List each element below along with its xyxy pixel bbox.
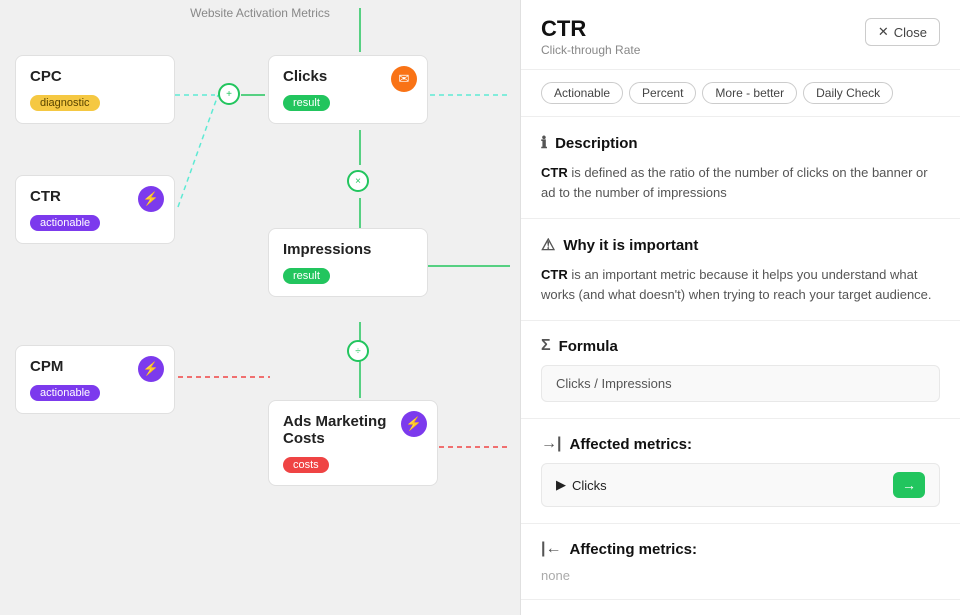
costs-icon: ⚡ <box>401 411 427 437</box>
formula-heading: Formula <box>559 338 618 355</box>
affected-heading: Affected metrics: <box>569 436 692 453</box>
node-x: × <box>347 170 369 192</box>
why-text: CTR is an important metric because it he… <box>541 265 940 304</box>
cpc-title: CPC <box>30 68 160 85</box>
tags-row: Actionable Percent More - better Daily C… <box>521 70 960 117</box>
why-prefix: CTR <box>541 267 568 282</box>
affected-item-label: ▶ Clicks <box>556 477 607 493</box>
tag-daily-check: Daily Check <box>803 82 893 104</box>
why-section: ⚠ Why it is important CTR is an importan… <box>521 219 960 321</box>
affecting-none: none <box>541 568 940 583</box>
cpm-badge: actionable <box>30 385 100 401</box>
close-label: Close <box>894 25 927 40</box>
cpm-icon: ⚡ <box>138 356 164 382</box>
cursor-icon: ▶ <box>556 477 566 493</box>
why-body: is an important metric because it helps … <box>541 267 932 302</box>
why-heading: Why it is important <box>563 237 698 254</box>
formula-box: Clicks / Impressions <box>541 365 940 402</box>
diagram-title: Website Activation Metrics <box>190 6 330 20</box>
cpc-badge: diagnostic <box>30 95 100 111</box>
description-text: CTR is defined as the ratio of the numbe… <box>541 163 940 202</box>
warning-icon: ⚠ <box>541 235 555 255</box>
description-prefix: CTR <box>541 165 568 180</box>
close-x-icon: ✕ <box>878 24 889 40</box>
info-icon: ℹ <box>541 133 547 153</box>
card-impressions[interactable]: Impressions result <box>268 228 428 297</box>
clicks-badge: result <box>283 95 330 111</box>
close-button[interactable]: ✕ Close <box>865 18 940 46</box>
affected-section: →| Affected metrics: ▶ Clicks → <box>521 419 960 524</box>
clicks-icon: ✉ <box>391 66 417 92</box>
affecting-icon: |← <box>541 540 561 558</box>
card-cpm[interactable]: CPM ⚡ actionable <box>15 345 175 414</box>
affected-header: →| Affected metrics: <box>541 435 940 453</box>
ctr-icon: ⚡ <box>138 186 164 212</box>
costs-badge: costs <box>283 457 329 473</box>
impressions-title: Impressions <box>283 241 413 258</box>
panel-header: CTR Click-through Rate ✕ Close <box>521 0 960 70</box>
sigma-icon: Σ <box>541 337 551 355</box>
affected-item-clicks-label: Clicks <box>572 478 607 493</box>
affecting-section: |← Affecting metrics: none <box>521 524 960 600</box>
node-plus: + <box>218 83 240 105</box>
card-costs[interactable]: Ads Marketing Costs ⚡ costs <box>268 400 438 486</box>
card-cpc[interactable]: CPC diagnostic <box>15 55 175 124</box>
description-section: ℹ Description CTR is defined as the rati… <box>521 117 960 219</box>
panel-subtitle: Click-through Rate <box>541 43 640 57</box>
description-body: is defined as the ratio of the number of… <box>541 165 928 200</box>
formula-section: Σ Formula Clicks / Impressions <box>521 321 960 419</box>
ctr-badge: actionable <box>30 215 100 231</box>
affecting-header: |← Affecting metrics: <box>541 540 940 558</box>
description-heading: Description <box>555 135 638 152</box>
why-header: ⚠ Why it is important <box>541 235 940 255</box>
tag-percent: Percent <box>629 82 696 104</box>
diagram-panel: Website Activation Metrics CPC diagn <box>0 0 520 615</box>
impressions-badge: result <box>283 268 330 284</box>
panel-title: CTR <box>541 18 640 40</box>
tag-more-better: More - better <box>702 82 797 104</box>
tag-actionable: Actionable <box>541 82 623 104</box>
description-header: ℹ Description <box>541 133 940 153</box>
affected-item-clicks[interactable]: ▶ Clicks → <box>541 463 940 507</box>
detail-panel: CTR Click-through Rate ✕ Close Actionabl… <box>520 0 960 615</box>
connecting-section: ⇌ Connecting metrics: none <box>521 600 960 615</box>
card-clicks[interactable]: Clicks ✉ result <box>268 55 428 124</box>
affected-icon: →| <box>541 435 561 453</box>
card-ctr[interactable]: CTR ⚡ actionable <box>15 175 175 244</box>
panel-title-block: CTR Click-through Rate <box>541 18 640 57</box>
affected-navigate-button[interactable]: → <box>893 472 925 498</box>
panel-body: ℹ Description CTR is defined as the rati… <box>521 117 960 615</box>
formula-header: Σ Formula <box>541 337 940 355</box>
node-div: ÷ <box>347 340 369 362</box>
affecting-heading: Affecting metrics: <box>569 541 697 558</box>
